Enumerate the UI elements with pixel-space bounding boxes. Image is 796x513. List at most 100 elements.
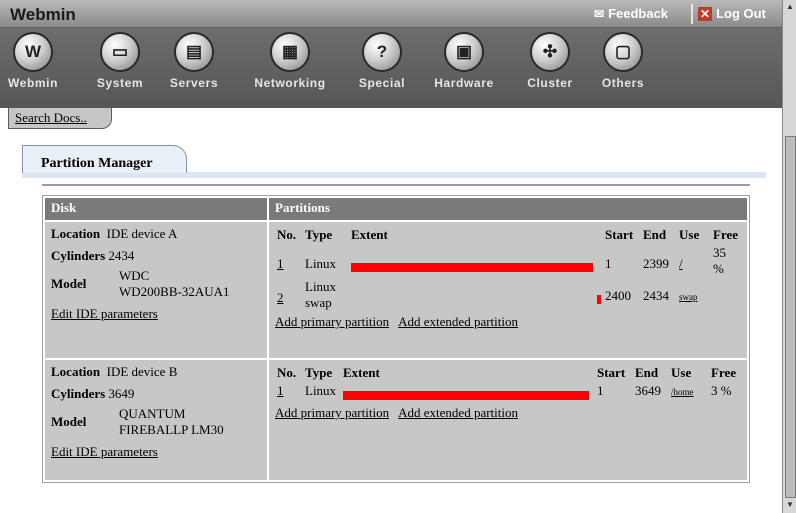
cluster-icon: ✣ <box>530 32 570 72</box>
tool-label: Cluster <box>527 76 573 90</box>
logout-label: Log Out <box>716 6 766 21</box>
partition-manager-tab: Partition Manager <box>22 145 187 173</box>
col-extent: Extent <box>351 227 388 242</box>
partition-end: 3649 <box>635 383 661 398</box>
edit-ide-link[interactable]: Edit IDE parameters <box>51 444 261 460</box>
tool-label: System <box>96 76 144 90</box>
tool-hardware[interactable]: ▣ Hardware <box>426 32 502 90</box>
webmin-icon: W <box>13 32 53 72</box>
partitions-header: Partitions <box>269 198 747 220</box>
tool-networking[interactable]: ▦ Networking <box>245 32 335 90</box>
disk-info: Location IDE device A Cylinders 2434 Mod… <box>45 222 267 358</box>
system-icon: ▭ <box>100 32 140 72</box>
partition-use[interactable]: /home <box>671 387 694 397</box>
disk-row: Location IDE device B Cylinders 3649 Mod… <box>45 360 747 480</box>
partition-free <box>711 278 741 312</box>
tool-servers[interactable]: ▤ Servers <box>162 32 226 90</box>
special-icon: ? <box>362 32 402 72</box>
others-icon: ▢ <box>603 32 643 72</box>
tool-others[interactable]: ▢ Others <box>593 32 653 90</box>
location-label: Location <box>51 226 101 241</box>
col-type: Type <box>305 227 333 242</box>
cylinders-label: Cylinders <box>51 248 106 263</box>
col-end: End <box>643 227 667 242</box>
envelope-icon: ✉ <box>594 7 605 21</box>
model-line2: FIREBALLP LM30 <box>119 422 224 437</box>
tool-label: Networking <box>254 76 326 90</box>
app-title: Webmin <box>10 5 76 24</box>
col-start: Start <box>597 365 626 380</box>
model-line1: QUANTUM <box>119 406 186 421</box>
feedback-link[interactable]: ✉ Feedback <box>594 6 668 21</box>
logout-icon: ✕ <box>698 7 713 21</box>
col-start: Start <box>605 227 634 242</box>
add-extended-partition-link[interactable]: Add extended partition <box>398 405 518 420</box>
partition-start: 2400 <box>605 288 631 303</box>
partition-free: 35 <box>713 245 726 260</box>
col-free: Free <box>713 227 739 242</box>
col-no: No. <box>277 365 297 380</box>
model-line1: WDC <box>119 268 150 283</box>
partition-type: Linux <box>305 256 337 271</box>
col-extent: Extent <box>343 365 380 380</box>
disk-info: Location IDE device B Cylinders 3649 Mod… <box>45 360 267 480</box>
tool-special[interactable]: ? Special <box>350 32 414 90</box>
networking-icon: ▦ <box>270 32 310 72</box>
table-row: 1 Linux 1 2399 / 35% <box>275 244 741 278</box>
tool-label: Hardware <box>434 76 494 90</box>
col-no: No. <box>277 227 297 242</box>
extent-bar <box>597 294 601 304</box>
tool-label: Webmin <box>8 76 59 90</box>
partition-free: 3 % <box>711 383 732 398</box>
model-line2: WD200BB-32AUA1 <box>119 284 230 299</box>
tool-label: Others <box>601 76 645 90</box>
scroll-up-icon[interactable]: ▲ <box>786 2 794 11</box>
tool-label: Special <box>358 76 406 90</box>
add-primary-partition-link[interactable]: Add primary partition <box>275 314 389 329</box>
add-extended-partition-link[interactable]: Add extended partition <box>398 314 518 329</box>
title-bar: Webmin ✉ Feedback ✕ Log Out <box>0 0 782 28</box>
partition-use[interactable]: / <box>679 256 683 271</box>
tool-webmin[interactable]: W Webmin <box>8 32 58 90</box>
model-label: Model <box>51 276 87 291</box>
model-label: Model <box>51 414 87 429</box>
edit-ide-link[interactable]: Edit IDE parameters <box>51 306 261 322</box>
partition-link[interactable]: 2 <box>277 290 284 305</box>
partition-type-line2: swap <box>305 295 332 310</box>
partition-table: Disk Partitions Location IDE device A Cy… <box>42 195 750 483</box>
partition-start: 1 <box>597 383 604 398</box>
category-toolbar: W Webmin ▭ System ▤ Servers ▦ Networking… <box>0 28 782 108</box>
tool-cluster[interactable]: ✣ Cluster <box>515 32 585 90</box>
scrollbar[interactable]: ▲ ▼ <box>782 0 796 513</box>
cylinders-label: Cylinders <box>51 386 106 401</box>
partitions-cell: No. Type Extent Start End Use Free 1 Lin… <box>269 360 747 480</box>
tool-system[interactable]: ▭ System <box>90 32 150 90</box>
separator <box>691 4 693 24</box>
partition-type: Linux <box>305 383 337 398</box>
partition-use[interactable]: swap <box>679 292 698 302</box>
search-docs-tab[interactable]: Search Docs.. <box>8 108 112 129</box>
partition-list: No. Type Extent Start End Use Free 1 Lin… <box>275 226 741 312</box>
feedback-label: Feedback <box>608 6 669 21</box>
extent-bar <box>343 390 589 400</box>
table-row: 2 Linux swap 2400 2434 swap <box>275 278 741 312</box>
partition-start: 1 <box>605 256 612 271</box>
partition-list: No. Type Extent Start End Use Free 1 Lin… <box>275 364 741 403</box>
tool-label: Servers <box>169 76 219 90</box>
disk-header: Disk <box>45 198 267 220</box>
location-value: IDE device A <box>106 226 178 241</box>
partition-end: 2434 <box>643 288 669 303</box>
col-end: End <box>635 365 659 380</box>
partition-link[interactable]: 1 <box>277 383 284 398</box>
add-primary-partition-link[interactable]: Add primary partition <box>275 405 389 420</box>
scrollbar-thumb[interactable] <box>785 136 796 498</box>
logout-link[interactable]: ✕ Log Out <box>698 6 766 21</box>
partition-free-unit: % <box>713 261 724 276</box>
table-row: 1 Linux 1 3649 /home 3 % <box>275 382 741 403</box>
scroll-down-icon[interactable]: ▼ <box>786 500 794 509</box>
divider <box>42 184 750 186</box>
extent-bar <box>351 262 593 272</box>
partition-link[interactable]: 1 <box>277 256 284 271</box>
col-use: Use <box>679 227 700 242</box>
partition-end: 2399 <box>643 256 669 271</box>
